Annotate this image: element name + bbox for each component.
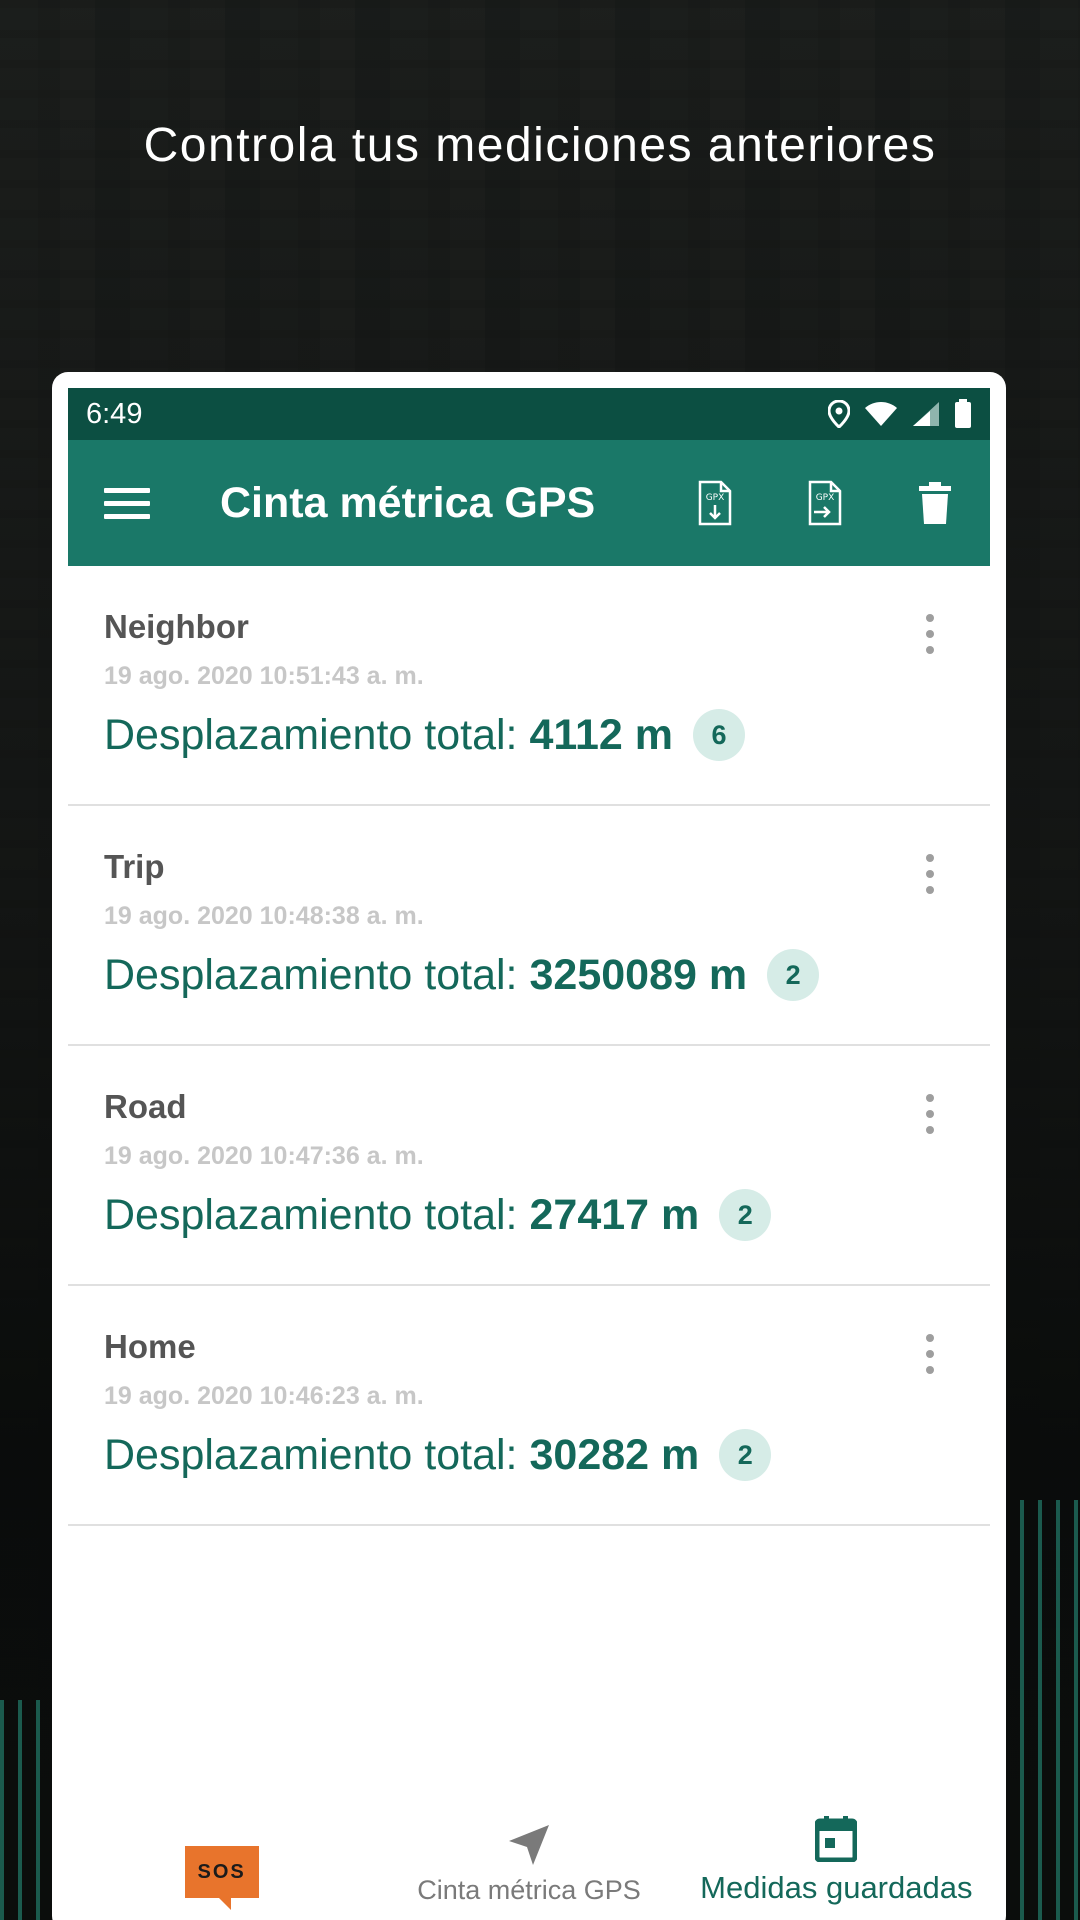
total-label: Desplazamiento total: [104, 950, 518, 999]
gpx-import-button[interactable]: GPX [660, 440, 770, 566]
total-value: 4112 m [529, 710, 673, 759]
measurement-name: Neighbor [104, 608, 249, 645]
location-icon [828, 400, 850, 428]
battery-icon [955, 399, 971, 428]
delete-all-button[interactable] [880, 440, 990, 566]
trash-icon [919, 482, 951, 524]
signal-icon [913, 402, 939, 426]
measurement-date: 19 ago. 2020 10:46:23 a. m. [104, 1382, 424, 1410]
navigation-arrow-icon [508, 1825, 549, 1865]
saved-measurements-list: Neighbor 19 ago. 2020 10:51:43 a. m. Des… [68, 566, 990, 1526]
total-value: 3250089 m [529, 950, 748, 999]
gpx-export-icon: GPX [808, 480, 842, 526]
total-label: Desplazamiento total: [104, 710, 518, 759]
measurement-total: Desplazamiento total: 3250089 m 2 [104, 949, 954, 1001]
gpx-export-button[interactable]: GPX [770, 440, 880, 566]
measurement-name: Trip [104, 848, 165, 885]
total-value: 30282 m [529, 1430, 700, 1479]
measurement-date: 19 ago. 2020 10:51:43 a. m. [104, 662, 424, 690]
sos-label: SOS [197, 1860, 246, 1883]
svg-text:GPX: GPX [816, 493, 835, 503]
total-label: Desplazamiento total: [104, 1430, 518, 1479]
measurement-total: Desplazamiento total: 4112 m 6 [104, 709, 954, 761]
total-label: Desplazamiento total: [104, 1190, 518, 1239]
measurement-name: Road [104, 1088, 187, 1125]
nav-saved-measurements[interactable]: Medidas guardadas [683, 1816, 990, 1920]
gpx-import-icon: GPX [698, 480, 732, 526]
calendar-icon [815, 1816, 858, 1862]
svg-text:GPX: GPX [706, 493, 725, 503]
more-options-icon[interactable] [920, 1334, 940, 1374]
bottom-navigation: SOS Cinta métrica GPS Medidas guardadas [68, 1780, 990, 1920]
points-count-badge: 6 [692, 709, 745, 761]
decorative-stripes-left [0, 1700, 60, 1920]
decorative-stripes-right [1020, 1500, 1080, 1920]
promo-headline: Controla tus mediciones anteriores [143, 119, 937, 172]
nav-label: Cinta métrica GPS [417, 1875, 641, 1905]
wifi-icon [865, 402, 897, 426]
measurement-total: Desplazamiento total: 30282 m 2 [104, 1429, 954, 1481]
app-title: Cinta métrica GPS [220, 478, 596, 527]
measurement-date: 19 ago. 2020 10:48:38 a. m. [104, 902, 424, 930]
measurement-total: Desplazamiento total: 27417 m 2 [104, 1189, 954, 1241]
more-options-icon[interactable] [920, 614, 940, 654]
sos-icon: SOS [184, 1846, 259, 1910]
nav-label: Medidas guardadas [700, 1870, 973, 1905]
points-count-badge: 2 [719, 1429, 772, 1481]
app-screen: 6:49 Cinta métrica GPS GPX GPX Neighbor … [68, 388, 990, 1920]
app-bar: Cinta métrica GPS GPX GPX [68, 440, 990, 566]
points-count-badge: 2 [767, 949, 820, 1001]
status-bar: 6:49 [68, 388, 990, 440]
list-item[interactable]: Trip 19 ago. 2020 10:48:38 a. m. Desplaz… [68, 806, 990, 1046]
status-icons [828, 399, 972, 429]
nav-gps-tape[interactable]: Cinta métrica GPS [375, 1823, 682, 1920]
total-value: 27417 m [529, 1190, 700, 1239]
status-time: 6:49 [86, 397, 143, 430]
points-count-badge: 2 [719, 1189, 772, 1241]
more-options-icon[interactable] [920, 854, 940, 894]
more-options-icon[interactable] [920, 1094, 940, 1134]
list-item[interactable]: Neighbor 19 ago. 2020 10:51:43 a. m. Des… [68, 566, 990, 806]
measurement-date: 19 ago. 2020 10:47:36 a. m. [104, 1142, 424, 1170]
list-item[interactable]: Road 19 ago. 2020 10:47:36 a. m. Desplaz… [68, 1046, 990, 1286]
hamburger-menu-icon[interactable] [104, 480, 150, 526]
nav-sos[interactable]: SOS [68, 1846, 375, 1920]
measurement-name: Home [104, 1328, 196, 1365]
list-item[interactable]: Home 19 ago. 2020 10:46:23 a. m. Desplaz… [68, 1286, 990, 1526]
